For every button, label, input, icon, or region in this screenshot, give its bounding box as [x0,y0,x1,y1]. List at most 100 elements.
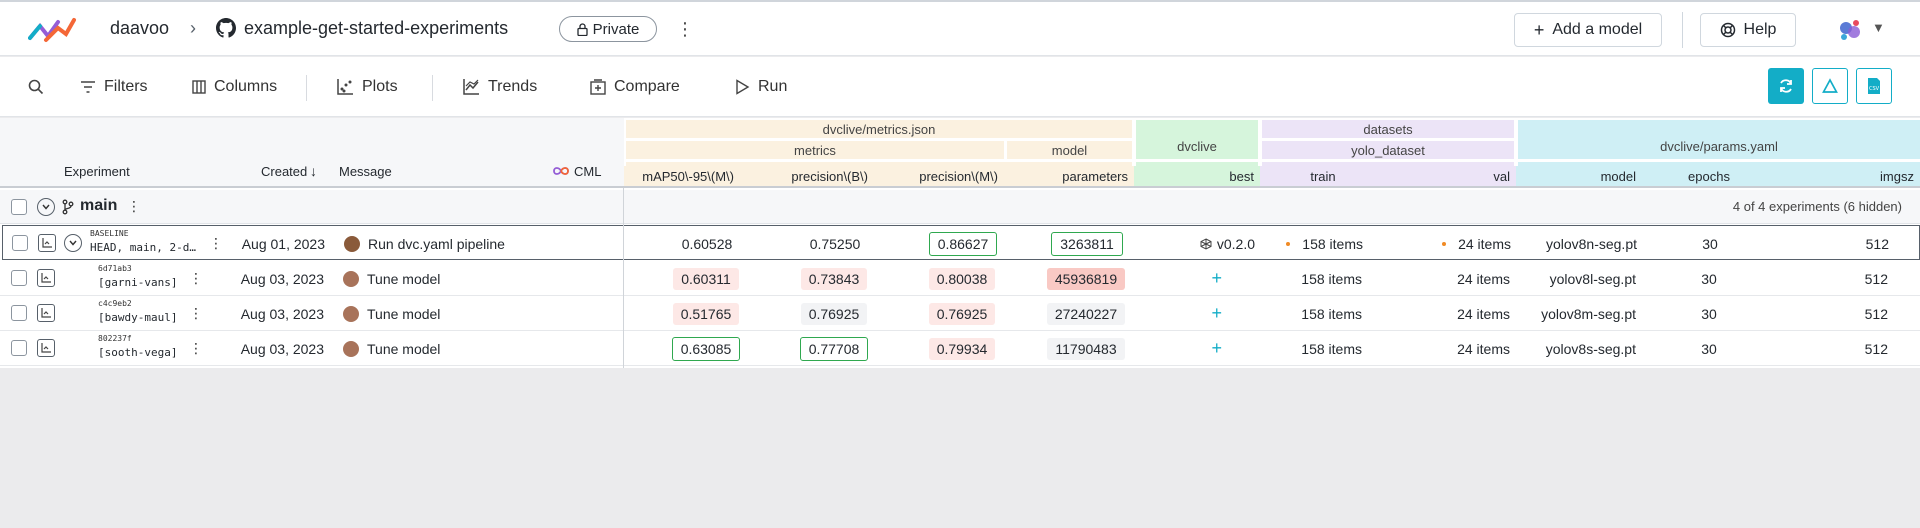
precision-b-column-header[interactable]: precision\(B\) [740,166,874,188]
run-button[interactable]: Run [734,57,787,117]
filters-button[interactable]: Filters [80,57,148,117]
datasets-group-header: datasets [1262,120,1514,138]
plot-toggle-button[interactable] [37,304,55,322]
add-icon[interactable]: + [1211,338,1222,359]
precision-b-cell[interactable]: 0.73843 [776,261,892,296]
experiment-row[interactable]: 802237f [sooth-vega] ⋮ Aug 03, 2023 Tune mo… [0,331,1920,366]
trends-button[interactable]: Trends [462,57,537,117]
experiment-name[interactable]: [garni-vans] [98,276,177,289]
best-cell[interactable]: + [1134,296,1260,331]
compare-icon [590,79,606,95]
experiment-name[interactable]: [bawdy-maul] [98,311,177,324]
map-cell[interactable]: 0.63085 [650,331,762,366]
precision-m-cell[interactable]: 0.76925 [906,296,1018,331]
precision-m-cell[interactable]: 0.79934 [906,331,1018,366]
precision-b-cell[interactable]: 0.77708 [776,331,892,366]
row-menu-kebab-icon[interactable]: ⋮ [189,305,203,322]
best-cell[interactable]: + [1134,331,1260,366]
precision-b-cell[interactable]: 0.75250 [777,226,893,261]
experiment-row[interactable]: c4c9eb2 [bawdy-maul] ⋮ Aug 03, 2023 Tune mo… [0,296,1920,331]
message-text: Tune model [367,270,441,287]
row-expand-button[interactable] [64,234,82,252]
export-csv-button[interactable]: CSV [1856,68,1892,104]
created-cell: Aug 03, 2023 [240,270,324,287]
experiment-column-header[interactable]: Experiment [64,164,130,179]
row-select-checkbox[interactable] [11,270,27,286]
precision-m-column-header[interactable]: precision\(M\) [874,166,1004,188]
cml-column-header[interactable]: CML [574,164,601,179]
studio-logo-icon[interactable] [28,16,78,44]
columns-label: Columns [214,78,278,95]
experiment-name[interactable]: HEAD, main, 2-d… [90,241,196,254]
epochs-column-header[interactable]: epochs [1642,166,1776,188]
add-icon[interactable]: + [1211,268,1222,289]
map-column-header[interactable]: mAP50\-95\(M\) [624,166,740,188]
map-cell[interactable]: 0.60311 [650,261,762,296]
plot-toggle-button[interactable] [37,269,55,287]
precision-b-value: 0.76925 [800,302,868,325]
precision-b-value: 0.77708 [799,336,869,361]
repo-menu-kebab-icon[interactable]: ⋮ [676,16,694,42]
row-menu-kebab-icon[interactable]: ⋮ [189,270,203,287]
add-model-button[interactable]: + Add a model [1514,13,1662,47]
sort-descending-icon: ↓ [310,163,317,179]
best-cell[interactable]: + [1134,261,1260,296]
parameters-cell[interactable]: 11790483 [1030,331,1142,366]
baseline-row[interactable]: BASELINE HEAD, main, 2-d… ⋮ Aug 01, 2023 Ru… [2,225,1920,260]
compare-button[interactable]: Compare [590,57,680,117]
plot-toggle-button[interactable] [37,339,55,357]
experiment-name[interactable]: [sooth-vega] [98,346,177,359]
owner-link[interactable]: daavoo [110,18,169,39]
val-cell: 24 items [1386,296,1516,331]
table-split-divider [623,188,624,368]
row-menu-kebab-icon[interactable]: ⋮ [209,235,223,252]
line-chart-icon [463,79,479,95]
params-model-column-header[interactable]: model [1516,166,1642,188]
branch-menu-kebab-icon[interactable]: ⋮ [127,198,141,215]
branch-select-checkbox[interactable] [11,199,27,215]
git-branch-icon [62,199,74,215]
refresh-button[interactable] [1768,68,1804,104]
plot-toggle-button[interactable] [38,234,56,252]
chart-icon [41,308,51,318]
best-column-header[interactable]: best [1134,166,1260,188]
delta-toggle-button[interactable] [1812,68,1848,104]
map-cell[interactable]: 0.60528 [651,226,763,261]
precision-b-value: 0.73843 [800,267,868,290]
row-select-checkbox[interactable] [12,235,28,251]
user-avatar[interactable] [1836,16,1864,44]
parameters-cell[interactable]: 45936819 [1030,261,1142,296]
experiment-row[interactable]: 6d71ab3 [garni-vans] ⋮ Aug 03, 2023 Tune mo… [0,261,1920,296]
add-icon[interactable]: + [1211,303,1222,324]
add-model-label: Add a model [1552,21,1643,38]
run-label: Run [758,78,788,95]
created-column-header[interactable]: Created [261,164,307,179]
params-file-group-header: dvclive/params.yaml [1518,120,1920,159]
search-button[interactable] [28,57,44,117]
val-column-header[interactable]: val [1386,166,1516,188]
parameters-cell[interactable]: 27240227 [1030,296,1142,331]
plots-button[interactable]: Plots [336,57,398,117]
modified-dot-icon [1442,241,1447,246]
best-cell[interactable]: v0.2.0 [1135,226,1261,261]
train-column-header[interactable]: train [1260,166,1386,188]
top-header: daavoo › example-get-started-experiments… [0,0,1920,56]
repo-name-link[interactable]: example-get-started-experiments [244,18,508,39]
train-value: 158 items [1301,270,1362,287]
imgsz-column-header[interactable]: imgsz [1776,166,1920,188]
map-cell[interactable]: 0.51765 [650,296,762,331]
parameters-column-header[interactable]: parameters [1004,166,1134,188]
row-select-checkbox[interactable] [11,305,27,321]
row-menu-kebab-icon[interactable]: ⋮ [189,340,203,357]
chevron-down-icon[interactable]: ▼ [1872,20,1885,35]
precision-m-cell[interactable]: 0.80038 [906,261,1018,296]
precision-m-cell[interactable]: 0.86627 [907,226,1019,261]
columns-button[interactable]: Columns [192,57,277,117]
row-select-checkbox[interactable] [11,340,27,356]
branch-collapse-button[interactable] [37,198,55,216]
help-button[interactable]: Help [1700,13,1796,47]
message-column-header[interactable]: Message [339,164,392,179]
precision-b-cell[interactable]: 0.76925 [776,296,892,331]
parameters-cell[interactable]: 3263811 [1031,226,1143,261]
author-avatar [343,305,359,322]
